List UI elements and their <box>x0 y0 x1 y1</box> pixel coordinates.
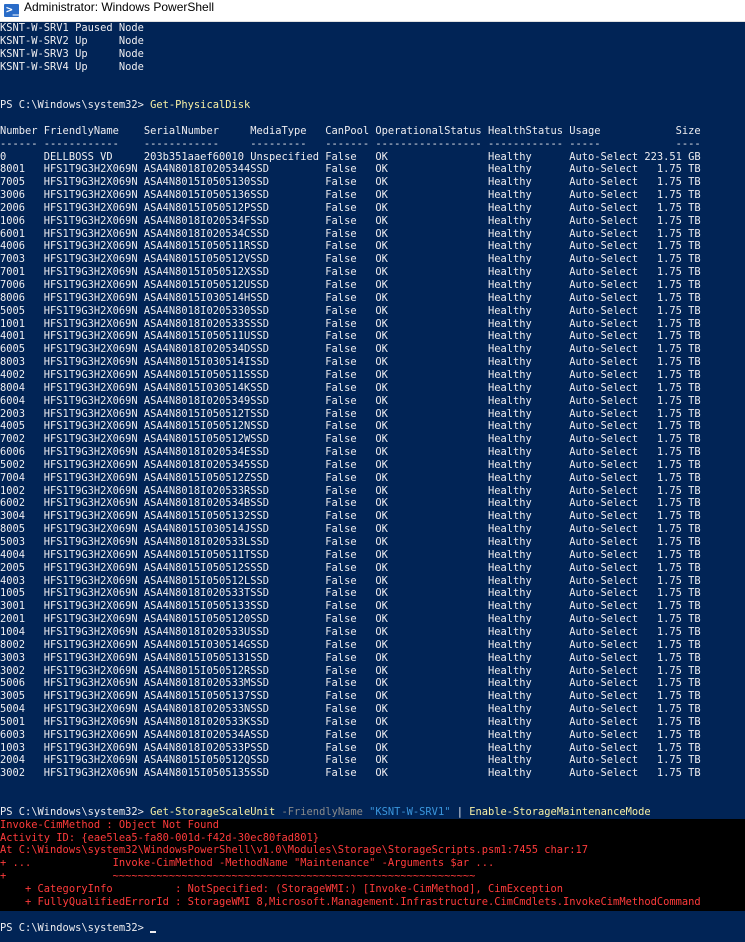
console-output[interactable]: KSNT-W-SRV1 Paused Node KSNT-W-SRV2 Up No… <box>0 22 745 942</box>
window-title: Administrator: Windows PowerShell <box>24 0 215 14</box>
parameter-text: -FriendlyName <box>281 805 363 818</box>
table-row: 6002 HFS1T9G3H2X069N ASA4N8018I020534BSS… <box>0 497 701 510</box>
cursor <box>150 930 157 933</box>
final-prompt-line: PS C:\Windows\system32> <box>0 921 157 935</box>
command-line-maintenance: PS C:\Windows\system32> Get-StorageScale… <box>0 806 651 819</box>
scaleunit-row: KSNT-W-SRV4 Up Node <box>0 60 144 73</box>
table-row: 7001 HFS1T9G3H2X069N ASA4N8015I050512XSS… <box>0 266 701 279</box>
table-row: 5006 HFS1T9G3H2X069N ASA4N8018I020533MSS… <box>0 677 701 690</box>
table-row: 3001 HFS1T9G3H2X069N ASA4N8015I0505133SS… <box>0 600 701 613</box>
table-row: 7003 HFS1T9G3H2X069N ASA4N8015I050512VSS… <box>0 253 701 266</box>
command-line-get-physicaldisk: PS C:\Windows\system32> Get-PhysicalDisk <box>0 99 250 112</box>
error-line: Invoke-CimMethod : Object Not Found <box>0 818 219 831</box>
table-row: 3002 HFS1T9G3H2X069N ASA4N8015I050512RSS… <box>0 664 701 677</box>
table-row: 0 DELLBOSS VD 203b351aaef60010 Unspecifi… <box>0 150 701 163</box>
scaleunit-row: KSNT-W-SRV1 Paused Node <box>0 22 144 34</box>
table-row: 1003 HFS1T9G3H2X069N ASA4N8018I020533PSS… <box>0 741 701 754</box>
table-row: 5003 HFS1T9G3H2X069N ASA4N8018I020533LSS… <box>0 536 701 548</box>
argument-text: "KSNT-W-SRV1" <box>369 805 451 818</box>
error-line: Activity ID: {eae5lea5-fa80-001d-f42d-30… <box>0 831 320 844</box>
table-row: 4004 HFS1T9G3H2X069N ASA4N8015I050511TSS… <box>0 548 701 561</box>
table-row: 1006 HFS1T9G3H2X069N ASA4N8018I020534FSS… <box>0 214 701 227</box>
table-row: 4002 HFS1T9G3H2X069N ASA4N8015I050511SSS… <box>0 368 701 381</box>
table-row: 3004 HFS1T9G3H2X069N ASA4N8015I0505132SS… <box>0 510 701 523</box>
error-line: + CategoryInfo : NotSpecified: (StorageW… <box>0 882 564 895</box>
table-row: 4001 HFS1T9G3H2X069N ASA4N8015I050511USS… <box>0 330 701 343</box>
pipe-text: | <box>450 805 470 818</box>
prompt-text: PS C:\Windows\system32> <box>0 921 151 934</box>
table-row: 1001 HFS1T9G3H2X069N ASA4N8018I020533SSS… <box>0 317 701 330</box>
command-text: Enable-StorageMaintenanceMode <box>469 805 651 818</box>
table-row: 8001 HFS1T9G3H2X069N ASA4N8018I0205344SS… <box>0 163 701 176</box>
scaleunit-row: KSNT-W-SRV2 Up Node <box>0 34 144 47</box>
table-row: 7002 HFS1T9G3H2X069N ASA4N8015I050512WSS… <box>0 433 701 446</box>
command-text: Get-StorageScaleUnit <box>150 805 276 818</box>
table-row: 5005 HFS1T9G3H2X069N ASA4N8018I0205330SS… <box>0 304 701 317</box>
table-row: 5004 HFS1T9G3H2X069N ASA4N8018I020533NSS… <box>0 703 701 716</box>
table-row: 4006 HFS1T9G3H2X069N ASA4N8015I050511RSS… <box>0 240 701 253</box>
table-row: 1002 HFS1T9G3H2X069N ASA4N8018I020533RSS… <box>0 484 701 497</box>
powershell-icon: >_ <box>4 4 19 17</box>
table-row: 6004 HFS1T9G3H2X069N ASA4N8018I0205349SS… <box>0 394 701 407</box>
error-line: At C:\Windows\system32\WindowsPowerShell… <box>0 844 589 857</box>
error-line: + FullyQualifiedErrorId : StorageWMI 8,M… <box>0 895 701 908</box>
table-row: 5001 HFS1T9G3H2X069N ASA4N8018I020533KSS… <box>0 715 701 728</box>
table-row: 6005 HFS1T9G3H2X069N ASA4N8018I020534DSS… <box>0 343 701 356</box>
table-row: 7006 HFS1T9G3H2X069N ASA4N8015I050512USS… <box>0 279 701 291</box>
table-row: 2003 HFS1T9G3H2X069N ASA4N8015I050512TSS… <box>0 407 701 420</box>
table-header: Number FriendlyName SerialNumber MediaTy… <box>0 124 701 137</box>
table-row: 6001 HFS1T9G3H2X069N ASA4N8018I020534CSS… <box>0 227 701 240</box>
table-row: 4005 HFS1T9G3H2X069N ASA4N8015I050512NSS… <box>0 420 701 433</box>
table-row: 8003 HFS1T9G3H2X069N ASA4N8015I030514ISS… <box>0 356 701 369</box>
table-row: 2005 HFS1T9G3H2X069N ASA4N8015I050512SSS… <box>0 561 701 574</box>
table-row: 3002 HFS1T9G3H2X069N ASA4N8015I0505135SS… <box>0 767 701 780</box>
table-row: 8005 HFS1T9G3H2X069N ASA4N8015I030514JSS… <box>0 523 701 536</box>
table-row: 7004 HFS1T9G3H2X069N ASA4N8015I050512ZSS… <box>0 471 701 484</box>
prompt-text: PS C:\Windows\system32> <box>0 99 151 112</box>
table-row: 5002 HFS1T9G3H2X069N ASA4N8018I0205345SS… <box>0 458 701 471</box>
scaleunit-row: KSNT-W-SRV3 Up Node <box>0 47 144 60</box>
command-text: Get-PhysicalDisk <box>150 99 251 112</box>
table-row: 6003 HFS1T9G3H2X069N ASA4N8018I020534ASS… <box>0 728 701 741</box>
table-row: 6006 HFS1T9G3H2X069N ASA4N8018I020534ESS… <box>0 446 701 459</box>
table-row: 3003 HFS1T9G3H2X069N ASA4N8015I0505131SS… <box>0 651 701 664</box>
table-row: 3005 HFS1T9G3H2X069N ASA4N8015I0505137SS… <box>0 690 701 703</box>
table-row: 3006 HFS1T9G3H2X069N ASA4N8015I0505136SS… <box>0 189 701 202</box>
prompt-text: PS C:\Windows\system32> <box>0 805 151 818</box>
table-row: 8004 HFS1T9G3H2X069N ASA4N8015I030514KSS… <box>0 381 701 394</box>
table-row: 7005 HFS1T9G3H2X069N ASA4N8015I0505130SS… <box>0 176 701 189</box>
table-row: 1004 HFS1T9G3H2X069N ASA4N8018I020533USS… <box>0 625 701 638</box>
error-line: + ~~~~~~~~~~~~~~~~~~~~~~~~~~~~~~~~~~~~~~… <box>0 870 476 883</box>
table-separator: ------ ------------ ------------ -------… <box>0 137 701 150</box>
table-row: 2004 HFS1T9G3H2X069N ASA4N8015I050512QSS… <box>0 754 701 767</box>
table-row: 8006 HFS1T9G3H2X069N ASA4N8015I030514HSS… <box>0 291 701 304</box>
error-line: + ... Invoke-CimMethod -MethodName "Main… <box>0 857 495 870</box>
table-row: 2001 HFS1T9G3H2X069N ASA4N8015I0505120SS… <box>0 613 701 626</box>
title-bar[interactable]: >_ Administrator: Windows PowerShell <box>0 0 745 22</box>
table-row: 2006 HFS1T9G3H2X069N ASA4N8015I050512PSS… <box>0 201 701 214</box>
table-row: 1005 HFS1T9G3H2X069N ASA4N8018I020533TSS… <box>0 587 701 600</box>
table-row: 8002 HFS1T9G3H2X069N ASA4N8015I030514GSS… <box>0 638 701 651</box>
table-row: 4003 HFS1T9G3H2X069N ASA4N8015I050512LSS… <box>0 574 701 587</box>
